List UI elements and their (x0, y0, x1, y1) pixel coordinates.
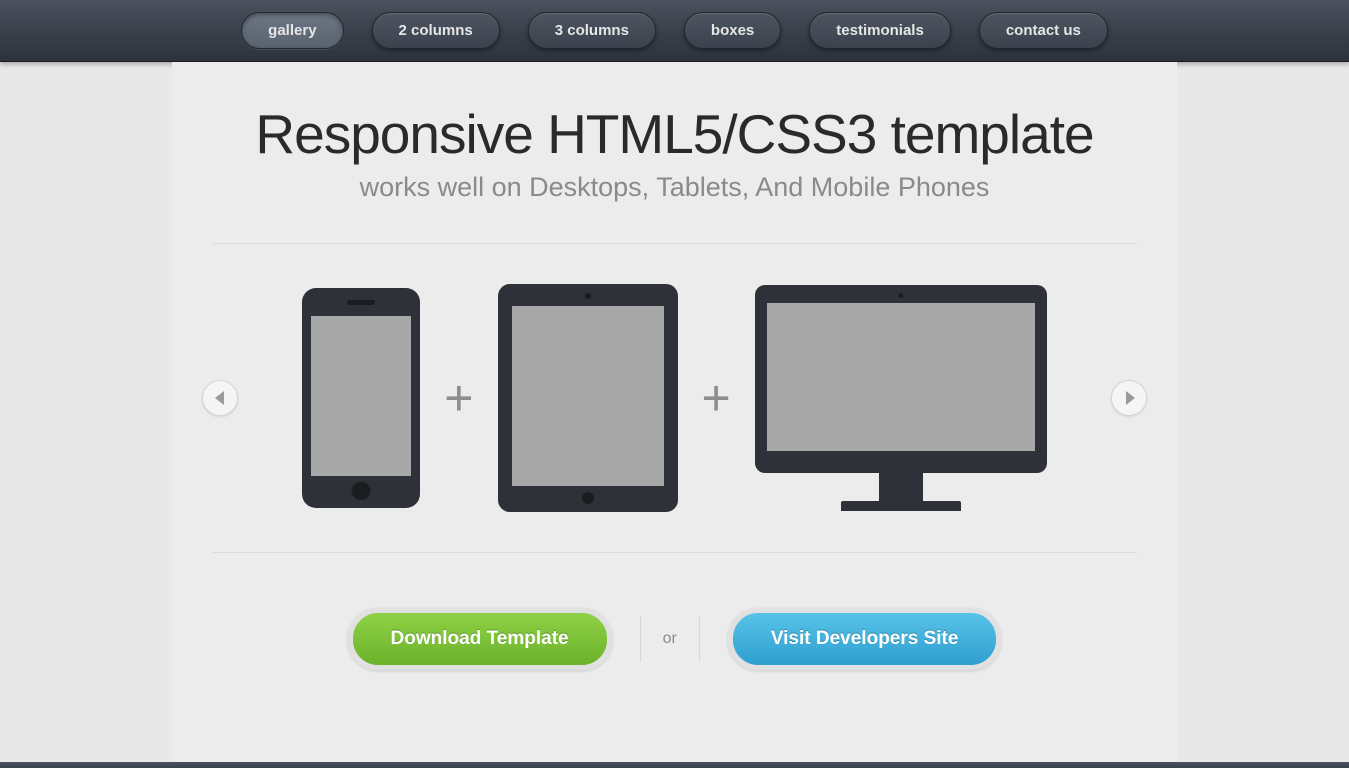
arrow-right-icon (1126, 391, 1135, 405)
slider-next-button[interactable] (1111, 380, 1147, 416)
monitor-screen (767, 303, 1035, 451)
plus-icon: + (444, 369, 473, 427)
nav-testimonials[interactable]: testimonials (809, 12, 951, 49)
download-template-button[interactable]: Download Template (348, 608, 612, 670)
monitor-body (755, 285, 1047, 473)
page-subtitle: works well on Desktops, Tablets, And Mob… (172, 172, 1177, 203)
nav-contact-us[interactable]: contact us (979, 12, 1108, 49)
monitor-base (841, 501, 961, 511)
tablet-icon (498, 284, 678, 512)
slider-prev-button[interactable] (202, 380, 238, 416)
nav-boxes[interactable]: boxes (684, 12, 781, 49)
arrow-left-icon (215, 391, 224, 405)
plus-icon: + (702, 369, 731, 427)
top-nav: gallery 2 columns 3 columns boxes testim… (0, 0, 1349, 62)
cta-row: Download Template or Visit Developers Si… (172, 608, 1177, 670)
or-separator: or (640, 616, 700, 662)
device-illustration: + + (302, 284, 1046, 512)
nav-3-columns[interactable]: 3 columns (528, 12, 656, 49)
visit-developers-site-button[interactable]: Visit Developers Site (728, 608, 1002, 670)
nav-gallery[interactable]: gallery (241, 12, 343, 49)
nav-2-columns[interactable]: 2 columns (372, 12, 500, 49)
monitor-icon (755, 285, 1047, 511)
tablet-home-button (582, 492, 594, 504)
device-slider: + + (212, 243, 1137, 553)
monitor-stand (879, 473, 923, 501)
footer-bar (0, 762, 1349, 768)
phone-screen (311, 316, 411, 476)
page-title: Responsive HTML5/CSS3 template (172, 102, 1177, 166)
phone-icon (302, 288, 420, 508)
tablet-screen (512, 306, 664, 486)
main-content: Responsive HTML5/CSS3 template works wel… (172, 62, 1177, 762)
phone-home-button (351, 480, 371, 500)
